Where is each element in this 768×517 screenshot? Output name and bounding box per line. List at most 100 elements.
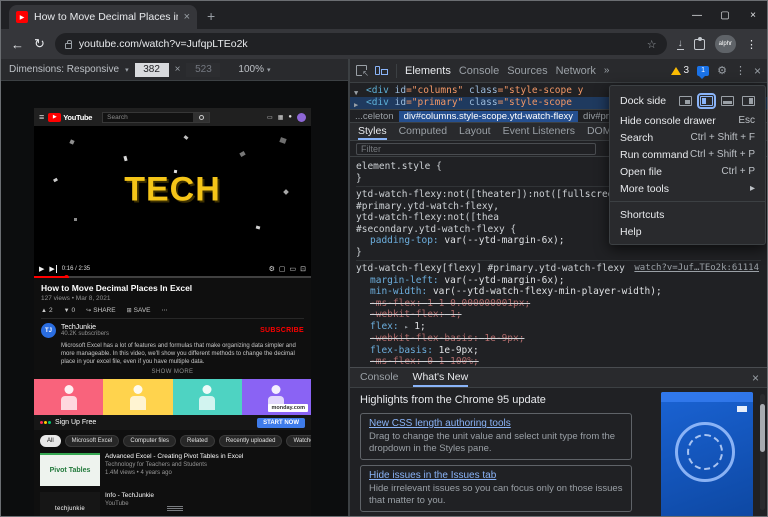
css-declaration[interactable]: flex-basis: 1e-9px; bbox=[356, 345, 761, 357]
menu-item-open-file[interactable]: Open fileCtrl + P bbox=[610, 163, 765, 180]
like-button[interactable]: ▲2 bbox=[41, 307, 53, 314]
apps-icon[interactable]: ▦ bbox=[278, 114, 284, 121]
menu-item-shortcuts[interactable]: Shortcuts bbox=[610, 206, 765, 223]
hamburger-icon[interactable]: ≡ bbox=[39, 112, 44, 122]
subtab-computed[interactable]: Computed bbox=[399, 123, 447, 140]
undock-icon[interactable] bbox=[679, 96, 692, 106]
expand-value-icon[interactable]: ▸ bbox=[404, 323, 408, 331]
save-button[interactable]: ⊞SAVE bbox=[127, 307, 151, 314]
chip[interactable]: Related bbox=[180, 435, 215, 447]
new-tab-button[interactable]: + bbox=[207, 8, 215, 24]
next-icon[interactable]: ▶ bbox=[49, 265, 56, 273]
menu-item-hide-console-drawer[interactable]: Hide console drawerEsc bbox=[610, 112, 765, 129]
address-bar[interactable]: youtube.com/watch?v=JufqpLTEo2k ☆ bbox=[55, 33, 667, 55]
theater-icon[interactable]: ▭ bbox=[290, 265, 297, 273]
settings-gear-icon[interactable]: ⚙ bbox=[717, 64, 727, 77]
browser-tab[interactable]: ▶ How to Move Decimal Places in | × bbox=[9, 5, 197, 29]
css-declaration[interactable]: margin-left: var(--ytd-margin-6x); bbox=[356, 275, 761, 287]
ad-cta-button[interactable]: START NOW bbox=[257, 418, 305, 428]
video-thumbnail[interactable]: techjunkie bbox=[40, 492, 100, 516]
expand-icon[interactable]: ▶ bbox=[354, 99, 358, 109]
warnings-badge[interactable]: 3 bbox=[671, 65, 690, 76]
menu-item-more-tools[interactable]: More tools▸ bbox=[610, 180, 765, 197]
device-toolbar-toggle-icon[interactable] bbox=[375, 66, 388, 75]
lock-icon[interactable] bbox=[65, 43, 72, 49]
subtab-styles[interactable]: Styles bbox=[358, 123, 387, 140]
more-actions-button[interactable]: ⋯ bbox=[161, 307, 167, 314]
channel-name[interactable]: TechJunkie bbox=[61, 324, 109, 331]
dock-left-icon[interactable] bbox=[700, 96, 713, 106]
maximize-button[interactable]: ▢ bbox=[711, 1, 739, 29]
tab-elements[interactable]: Elements bbox=[405, 65, 451, 77]
drawer-close-icon[interactable]: × bbox=[752, 371, 759, 385]
refresh-icon[interactable]: ↻ bbox=[34, 36, 45, 52]
related-video[interactable]: Pivot Tables Advanced Excel - Creating P… bbox=[34, 450, 311, 489]
related-title[interactable]: Info - TechJunkie bbox=[105, 492, 305, 500]
extensions-icon[interactable] bbox=[694, 39, 705, 50]
tab-console[interactable]: Console bbox=[459, 65, 499, 77]
subtab-event-listeners[interactable]: Event Listeners bbox=[503, 123, 575, 140]
chip[interactable]: Microsoft Excel bbox=[65, 435, 120, 447]
scrollbar-thumb[interactable] bbox=[760, 404, 765, 452]
profile-avatar[interactable]: alphr bbox=[715, 35, 736, 53]
video-player[interactable]: TECH ▶ ▶ 0:16 / 2:35 ⚙ ▢ ▭ ⊡ bbox=[34, 126, 311, 278]
tab-sources[interactable]: Sources bbox=[507, 65, 547, 77]
viewport-width-input[interactable] bbox=[135, 63, 169, 77]
expand-icon[interactable]: ▼ bbox=[354, 87, 358, 97]
minimize-button[interactable]: — bbox=[683, 1, 711, 29]
whats-new-item[interactable]: New CSS length authoring tools Drag to c… bbox=[360, 413, 632, 460]
dimensions-select[interactable]: Dimensions: Responsive bbox=[9, 64, 119, 75]
play-icon[interactable]: ▶ bbox=[39, 265, 44, 273]
youtube-logo[interactable]: ▶ YouTube bbox=[48, 113, 92, 122]
settings-icon[interactable]: ⚙ bbox=[269, 265, 275, 273]
viewport-height-input[interactable] bbox=[186, 63, 220, 77]
inspect-element-icon[interactable]: ↖ bbox=[356, 65, 367, 76]
menu-item-help[interactable]: Help bbox=[610, 223, 765, 240]
subtab-layout[interactable]: Layout bbox=[459, 123, 491, 140]
dislike-button[interactable]: ▼0 bbox=[64, 307, 76, 314]
zoom-select[interactable]: 100% ▾ bbox=[238, 64, 270, 75]
css-declaration-overridden[interactable]: -ms-flex: 1 1 0.000000001px; bbox=[356, 298, 761, 310]
more-tabs-icon[interactable]: » bbox=[604, 65, 610, 76]
bookmark-star-icon[interactable]: ☆ bbox=[647, 38, 657, 51]
youtube-avatar[interactable] bbox=[297, 113, 306, 122]
breadcrumb-item[interactable]: ...celeton bbox=[350, 111, 399, 122]
dock-bottom-icon[interactable] bbox=[721, 96, 734, 106]
css-source-link[interactable]: watch?v=Juf…TEo2k:61114 bbox=[630, 263, 759, 275]
back-icon[interactable]: ← bbox=[11, 37, 24, 52]
progress-knob[interactable] bbox=[64, 275, 69, 279]
styles-filter-input[interactable] bbox=[356, 143, 596, 155]
css-declaration[interactable]: min-width: var(--ytd-watch-flexy-min-pla… bbox=[356, 286, 761, 298]
viewport-resize-handle[interactable] bbox=[167, 506, 183, 512]
youtube-search-input[interactable]: Search bbox=[102, 112, 210, 123]
issues-badge[interactable]: 1 bbox=[697, 66, 709, 76]
fullscreen-icon[interactable]: ⊡ bbox=[300, 265, 306, 273]
notifications-icon[interactable]: ● bbox=[288, 114, 292, 120]
css-declaration-overridden[interactable]: -ms-flex: 0 1 100%; bbox=[356, 356, 761, 368]
chip[interactable]: Watched bbox=[286, 435, 311, 447]
breadcrumb-item-selected[interactable]: div#columns.style-scope.ytd-watch-flexy bbox=[399, 111, 578, 122]
drawer-tab-whats-new[interactable]: What's New bbox=[413, 368, 469, 387]
progress-bar[interactable] bbox=[34, 276, 311, 278]
related-title[interactable]: Advanced Excel - Creating Pivot Tables i… bbox=[105, 453, 305, 461]
search-button[interactable] bbox=[193, 113, 209, 122]
show-more-button[interactable]: SHOW MORE bbox=[34, 366, 311, 377]
share-button[interactable]: ↪SHARE bbox=[86, 307, 115, 314]
whats-new-item[interactable]: Hide issues in the Issues tab Hide irrel… bbox=[360, 465, 632, 512]
scrollbar[interactable] bbox=[760, 394, 765, 510]
whats-new-link[interactable]: New CSS length authoring tools bbox=[369, 418, 623, 429]
miniplayer-icon[interactable]: ▢ bbox=[279, 265, 286, 273]
menu-item-search[interactable]: SearchCtrl + Shift + F bbox=[610, 129, 765, 146]
channel-avatar[interactable]: TJ bbox=[41, 323, 56, 338]
devtools-close-icon[interactable]: × bbox=[754, 64, 761, 78]
tab-network[interactable]: Network bbox=[556, 65, 596, 77]
cast-icon[interactable]: ▭ bbox=[267, 114, 273, 121]
css-rule[interactable]: watch?v=Juf…TEo2k:61114 ytd-watch-flexy[… bbox=[356, 261, 761, 370]
chip[interactable]: Computer files bbox=[123, 435, 176, 447]
drawer-tab-console[interactable]: Console bbox=[360, 368, 399, 387]
video-thumbnail[interactable]: Pivot Tables bbox=[40, 453, 100, 486]
ad-banner[interactable]: monday.com bbox=[34, 379, 311, 415]
menu-item-run-command[interactable]: Run commandCtrl + Shift + P bbox=[610, 146, 765, 163]
tab-close-icon[interactable]: × bbox=[184, 11, 190, 23]
url-text[interactable]: youtube.com/watch?v=JufqpLTEo2k bbox=[79, 38, 640, 50]
